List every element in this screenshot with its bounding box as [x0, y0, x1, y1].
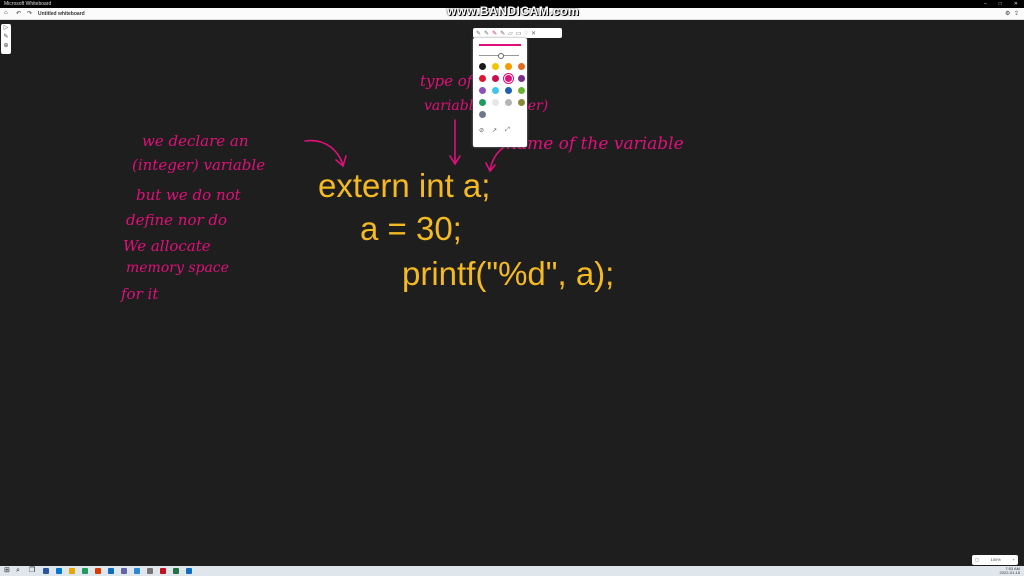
annotation-line: but we do not	[136, 186, 241, 204]
start-icon[interactable]: ⊞	[4, 566, 10, 576]
taskbar-app-icon[interactable]	[173, 568, 179, 574]
share-icon[interactable]: ⇪	[1014, 10, 1019, 17]
annotation-line: define nor do	[126, 211, 228, 229]
document-name[interactable]: Untitled whiteboard	[38, 11, 85, 17]
annotation-line: We allocate	[123, 237, 211, 255]
maximize-icon[interactable]: □	[999, 0, 1002, 8]
add-tool-icon[interactable]: ⊕	[1, 42, 11, 51]
clock-date[interactable]: 2022-01-15	[1000, 571, 1020, 575]
settings-icon[interactable]: ⚙	[1005, 10, 1010, 17]
undo-icon[interactable]: ↶	[16, 10, 21, 17]
taskbar: 7:53 AM 2022-01-15 ⊞ ⌕ ❐	[0, 566, 1024, 576]
search-icon[interactable]: ⌕	[16, 566, 20, 576]
pen-yellow-icon[interactable]: ✎	[484, 30, 489, 37]
color-swatch[interactable]	[492, 75, 499, 82]
system-tray: 7:53 AM 2022-01-15	[1000, 567, 1020, 575]
color-swatch[interactable]	[518, 87, 525, 94]
fit-icon[interactable]: ▢	[975, 555, 979, 565]
redo-icon[interactable]: ↷	[27, 10, 32, 17]
ruler-icon[interactable]: ▭	[516, 30, 522, 37]
side-toolbar: ▷ ✎ ⊕	[1, 24, 11, 54]
color-swatch[interactable]	[479, 87, 486, 94]
taskbar-app-icon[interactable]	[82, 568, 88, 574]
taskbar-app-icon[interactable]	[147, 568, 153, 574]
annotation-line: we declare an	[142, 132, 249, 150]
taskbar-app-icon[interactable]	[121, 568, 127, 574]
annotation-line: (integer) variable	[132, 156, 266, 174]
pen-tool-icon[interactable]: ✎	[1, 33, 11, 42]
close-tray-icon[interactable]: ✕	[531, 30, 536, 37]
expand-icon[interactable]: ⤢	[505, 127, 510, 134]
color-swatch[interactable]	[518, 75, 525, 82]
color-swatch[interactable]	[518, 99, 525, 106]
taskbar-app-icon[interactable]	[95, 568, 101, 574]
color-swatch[interactable]	[479, 111, 486, 118]
close-icon[interactable]: ✕	[1014, 0, 1018, 8]
palette-actions: ⊘ ↗ ⤢	[479, 127, 510, 134]
arrow-to-code-head	[335, 155, 347, 168]
color-swatch[interactable]	[492, 87, 499, 94]
color-swatch[interactable]	[505, 99, 512, 106]
eyedropper-icon[interactable]: ↗	[492, 127, 497, 134]
zoom-control: ▢ 100% +	[972, 555, 1018, 565]
pen-black-icon[interactable]: ✎	[476, 30, 481, 37]
thickness-slider-knob[interactable]	[498, 53, 504, 59]
color-swatch[interactable]	[505, 87, 512, 94]
arrow-to-code	[304, 139, 344, 166]
arrow-to-name	[489, 147, 504, 171]
color-swatches	[479, 63, 526, 118]
no-color-icon[interactable]: ⊘	[479, 127, 484, 134]
annotation-line: memory space	[126, 260, 229, 276]
taskbar-app-icon[interactable]	[134, 568, 140, 574]
color-swatch[interactable]	[479, 99, 486, 106]
code-line-3: printf("%d", a);	[402, 255, 615, 292]
code-line-1: extern int a;	[318, 167, 491, 204]
color-swatch[interactable]	[479, 63, 486, 70]
color-swatch[interactable]	[505, 75, 512, 82]
selected-color-bar	[479, 44, 521, 46]
code-line-2: a = 30;	[360, 210, 462, 247]
taskbar-app-icon[interactable]	[186, 568, 192, 574]
pen-magenta-icon[interactable]: ✎	[492, 30, 497, 37]
name-annotation: name of the variable	[506, 134, 684, 154]
select-tool-icon[interactable]: ▷	[1, 24, 11, 33]
window-controls: – □ ✕	[984, 0, 1018, 8]
taskbar-app-icon[interactable]	[69, 568, 75, 574]
home-icon[interactable]: ⌂	[4, 10, 8, 16]
zoom-level[interactable]: 100%	[991, 555, 1001, 565]
taskbar-app-icon[interactable]	[43, 568, 49, 574]
annotation-line: for it	[121, 285, 159, 303]
taskbar-app-icon[interactable]	[160, 568, 166, 574]
arrow-to-type-head	[449, 155, 461, 166]
color-swatch[interactable]	[492, 99, 499, 106]
color-swatch[interactable]	[518, 63, 525, 70]
color-swatch[interactable]	[505, 63, 512, 70]
highlighter-icon[interactable]: ✎	[500, 30, 505, 37]
minimize-icon[interactable]: –	[984, 0, 987, 8]
task-view-icon[interactable]: ❐	[29, 566, 35, 576]
lasso-icon[interactable]: ◌	[524, 30, 528, 36]
pen-tray: ✎ ✎ ✎ ✎ ▱ ▭ ◌ ✕	[473, 28, 562, 38]
eraser-icon[interactable]: ▱	[508, 30, 513, 37]
taskbar-app-icon[interactable]	[56, 568, 62, 574]
zoom-in-icon[interactable]: +	[1013, 555, 1015, 565]
color-swatch[interactable]	[479, 75, 486, 82]
color-palette: ⊘ ↗ ⤢	[473, 38, 527, 147]
window-title: Microsoft Whiteboard	[4, 1, 52, 7]
color-swatch[interactable]	[492, 63, 499, 70]
recording-watermark: www.BANDICAM.com	[447, 4, 580, 18]
taskbar-app-icon[interactable]	[108, 568, 114, 574]
